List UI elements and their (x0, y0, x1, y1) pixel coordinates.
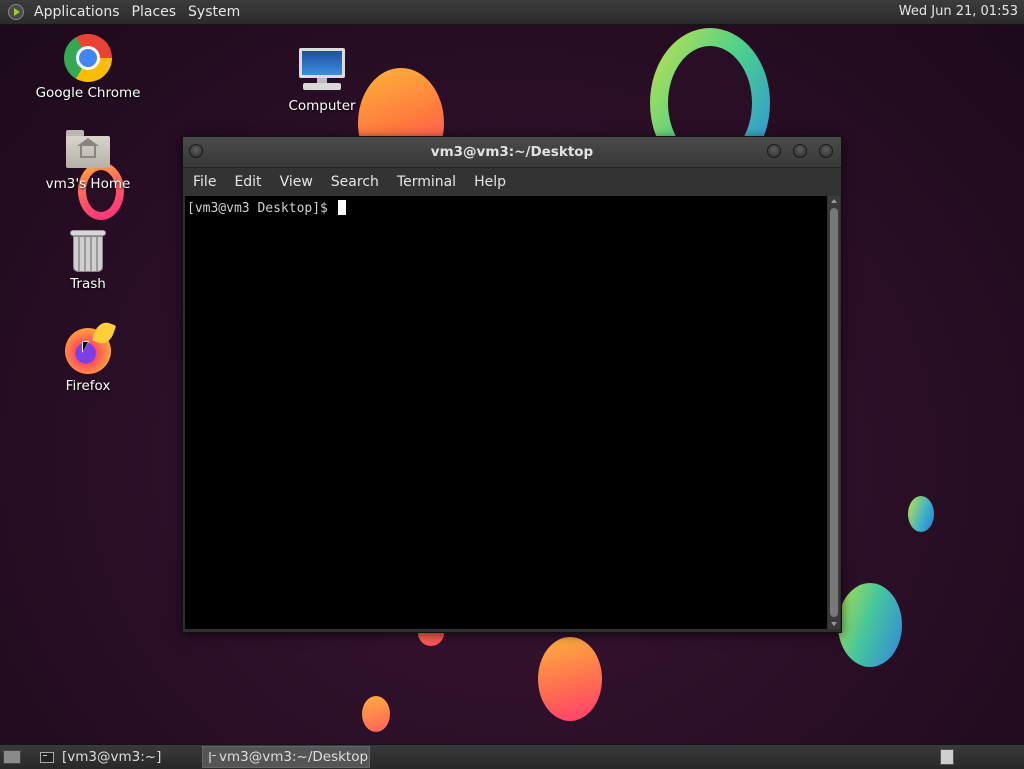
menu-search[interactable]: Search (321, 174, 387, 190)
terminal-icon (40, 751, 54, 763)
show-desktop-icon[interactable] (3, 750, 21, 764)
top-panel: Applications Places System Wed Jun 21, 0… (0, 0, 1024, 25)
taskbar-item-desktop-terminal[interactable]: vm3@vm3:~/Desktop (202, 746, 370, 768)
terminal-output[interactable]: [vm3@vm3 Desktop]$ (185, 196, 827, 629)
chrome-icon (64, 34, 112, 82)
applications-logo-icon[interactable] (8, 4, 24, 20)
scrollbar-thumb[interactable] (830, 208, 838, 617)
taskbar-item-label: [vm3@vm3:~] (62, 749, 162, 765)
desktop-icon-computer[interactable]: Computer (267, 46, 377, 114)
minimize-button[interactable] (767, 144, 781, 158)
top-menu: Applications Places System (0, 0, 246, 24)
desktop-icon-label: Google Chrome (35, 85, 141, 101)
menu-help[interactable]: Help (464, 174, 514, 190)
terminal-menubar: File Edit View Search Terminal Help (183, 168, 841, 196)
text-cursor (337, 200, 346, 215)
clock[interactable]: Wed Jun 21, 01:53 (899, 4, 1018, 19)
mouse-cursor-icon (82, 341, 96, 353)
maximize-button[interactable] (793, 144, 807, 158)
bottom-panel: [vm3@vm3:~] vm3@vm3:~/Desktop (0, 744, 1024, 769)
wallpaper-orange-bubble (538, 637, 602, 721)
terminal-window[interactable]: vm3@vm3:~/Desktop File Edit View Search … (182, 136, 842, 633)
menu-edit[interactable]: Edit (224, 174, 269, 190)
window-titlebar[interactable]: vm3@vm3:~/Desktop (183, 137, 841, 168)
taskbar-item-home-terminal[interactable]: [vm3@vm3:~] (34, 746, 198, 768)
computer-icon (297, 46, 347, 94)
wallpaper-blue-bubble (838, 583, 902, 667)
workspace-switcher[interactable] (940, 749, 954, 765)
close-button[interactable] (819, 144, 833, 158)
desktop-icon-firefox[interactable]: Firefox (33, 328, 143, 394)
menu-view[interactable]: View (270, 174, 321, 190)
desktop-icon-trash[interactable]: Trash (33, 230, 143, 292)
wallpaper-blue-bubble (908, 496, 934, 532)
terminal-icon (209, 751, 216, 763)
desktop-icon-label: Computer (288, 98, 356, 114)
scroll-up-icon[interactable] (831, 199, 837, 203)
terminal-scrollbar[interactable] (828, 196, 840, 629)
scroll-down-icon[interactable] (831, 622, 837, 626)
desktop-icon-label: Firefox (65, 378, 111, 394)
system-menu[interactable]: System (182, 4, 246, 20)
menu-terminal[interactable]: Terminal (387, 174, 464, 190)
trash-icon (70, 230, 106, 272)
prompt-text: [vm3@vm3 Desktop]$ (187, 201, 336, 216)
window-title: vm3@vm3:~/Desktop (430, 144, 594, 160)
places-menu[interactable]: Places (126, 4, 183, 20)
desktop-icon-label: Trash (70, 276, 106, 292)
taskbar-item-label: vm3@vm3:~/Desktop (219, 749, 369, 765)
desktop-icon-google-chrome[interactable]: Google Chrome (33, 34, 143, 101)
wallpaper-orange-bubble (362, 696, 390, 732)
terminal-prompt: [vm3@vm3 Desktop]$ (187, 200, 346, 216)
desktop-icon-home[interactable]: vm3's Home (33, 130, 143, 192)
menu-file[interactable]: File (183, 174, 224, 190)
applications-menu[interactable]: Applications (28, 4, 126, 20)
desktop-icon-label: vm3's Home (45, 176, 131, 192)
home-folder-icon (66, 130, 110, 168)
